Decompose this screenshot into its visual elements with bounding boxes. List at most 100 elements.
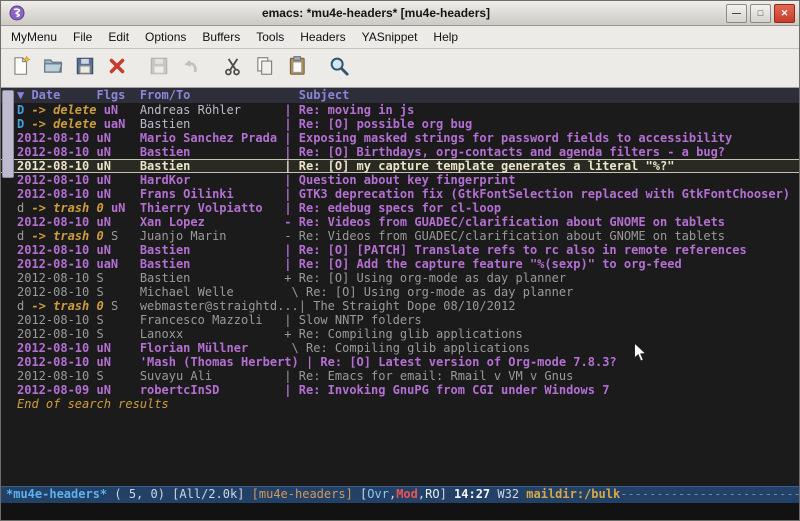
menu-item-edit[interactable]: Edit [100, 27, 137, 47]
text-segment: -> trash 0 [31, 299, 110, 313]
text-segment: 2012-08-10 uN Xan Lopez - Re: Videos fro… [17, 215, 725, 229]
text-segment: 14:27 [454, 487, 497, 501]
message-row[interactable]: 2012-08-10 S Francesco Mazzoli | Slow NN… [1, 313, 799, 327]
text-segment: 2012-08-10 uaN Bastien | Re: [O] Add the… [17, 257, 682, 271]
undo-icon [180, 55, 202, 82]
message-row[interactable]: 2012-08-10 uN Florian Müllner \ Re: Comp… [1, 341, 799, 355]
new-file-button[interactable] [6, 53, 36, 83]
menu-bar: MyMenuFileEditOptionsBuffersToolsHeaders… [1, 26, 799, 49]
paste-button[interactable] [282, 53, 312, 83]
emacs-app-icon [9, 5, 25, 21]
message-row[interactable]: 2012-08-10 S Bastien + Re: [O] Using org… [1, 271, 799, 285]
headers-column-header[interactable]: ▼ Date Flgs From/To Subject [1, 88, 799, 103]
message-row[interactable]: D -> delete uaN Bastien | Re: [O] possib… [1, 117, 799, 131]
menu-item-buffers[interactable]: Buffers [194, 27, 248, 47]
text-segment: 2012-08-10 S Bastien + Re: [O] Using org… [17, 271, 566, 285]
emacs-window: emacs: *mu4e-headers* [mu4e-headers] —□✕… [0, 0, 800, 521]
menu-item-file[interactable]: File [65, 27, 100, 47]
text-segment: 2012-08-10 uN Frans Oilinki | GTK3 depre… [17, 187, 790, 201]
copy-icon [254, 55, 276, 82]
cut-button[interactable] [218, 53, 248, 83]
menu-item-tools[interactable]: Tools [248, 27, 292, 47]
text-segment: 2012-08-10 uN Bastien | Re: [O] my captu… [17, 159, 674, 173]
text-segment: 2012-08-10 S Michael Welle \ Re: [O] Usi… [17, 285, 573, 299]
text-segment: d [17, 299, 31, 313]
save-as-button[interactable] [144, 53, 174, 83]
text-segment: 2012-08-10 uN Bastien | Re: [O] [PATCH] … [17, 243, 747, 257]
undo-button[interactable] [176, 53, 206, 83]
message-row[interactable]: D -> delete uN Andreas Röhler | Re: movi… [1, 103, 799, 117]
search-button[interactable] [324, 53, 354, 83]
menu-item-options[interactable]: Options [137, 27, 194, 47]
message-row[interactable]: 2012-08-09 uN robertcInSD | Re: Invoking… [1, 383, 799, 397]
text-segment: 2012-08-10 uN Florian Müllner [17, 341, 292, 355]
buffer-area[interactable]: ▼ Date Flgs From/To Subject D -> delete … [1, 88, 799, 486]
text-segment: D [17, 103, 31, 117]
message-row[interactable]: d -> trash 0 uN Thierry Volpiatto | Re: … [1, 201, 799, 215]
close-buffer-icon [106, 55, 128, 82]
menu-item-yasnippet[interactable]: YASnippet [354, 27, 426, 47]
search-icon [328, 55, 350, 82]
save-as-icon [148, 55, 170, 82]
maximize-button[interactable]: □ [750, 4, 771, 23]
text-segment: RO [425, 487, 439, 501]
text-segment: S webmaster@straightd...| The Straight D… [111, 299, 516, 313]
text-segment: \ Re: Compiling glib applications [292, 341, 530, 355]
menu-item-help[interactable]: Help [425, 27, 466, 47]
text-segment: Mod [396, 487, 418, 501]
message-row[interactable]: 2012-08-10 S Michael Welle \ Re: [O] Usi… [1, 285, 799, 299]
new-file-icon [10, 55, 32, 82]
message-row[interactable]: 2012-08-10 uN 'Mash (Thomas Herbert) | R… [1, 355, 799, 369]
paste-icon [286, 55, 308, 82]
menu-item-headers[interactable]: Headers [292, 27, 353, 47]
message-row[interactable]: 2012-08-10 uN Mario Sanchez Prada | Expo… [1, 131, 799, 145]
text-segment: 2012-08-10 uN Mario Sanchez Prada | Expo… [17, 131, 732, 145]
text-segment: Bastien [140, 117, 285, 131]
message-row[interactable]: 2012-08-10 uN Xan Lopez - Re: Videos fro… [1, 215, 799, 229]
text-segment: uN [104, 103, 140, 117]
text-segment: -> trash 0 [31, 201, 110, 215]
save-button[interactable] [70, 53, 100, 83]
text-segment: d [17, 229, 31, 243]
close-buffer-button[interactable] [102, 53, 132, 83]
message-row[interactable]: d -> trash 0 S Juanjo Marin - Re: Videos… [1, 229, 799, 243]
open-file-icon [42, 55, 64, 82]
message-row[interactable]: 2012-08-10 uN Frans Oilinki | GTK3 depre… [1, 187, 799, 201]
cut-icon [222, 55, 244, 82]
message-row-current[interactable]: 2012-08-10 uN Bastien | Re: [O] my captu… [1, 159, 799, 173]
text-segment: End of search results [17, 397, 169, 411]
copy-button[interactable] [250, 53, 280, 83]
text-segment: ----------------------------------------… [620, 487, 799, 501]
message-row[interactable]: 2012-08-10 uN HardKor | Question about k… [1, 173, 799, 187]
text-segment: uN Thierry Volpiatto | Re: edebug specs … [111, 201, 501, 215]
mode-line[interactable]: *mu4e-headers* ( 5, 0) [All/2.0k] [mu4e-… [1, 486, 799, 503]
message-row[interactable]: 2012-08-10 uN Bastien | Re: [O] Birthday… [1, 145, 799, 159]
message-row[interactable]: 2012-08-10 S Lanoxx + Re: Compiling glib… [1, 327, 799, 341]
text-segment: | Re: [O] possible org bug [284, 117, 472, 131]
text-segment: 2012-08-10 uN Bastien | Re: [O] Birthday… [17, 145, 725, 159]
text-segment: uaN [104, 117, 140, 131]
close-button[interactable]: ✕ [774, 4, 795, 23]
scrollbar-thumb[interactable] [2, 90, 14, 178]
text-segment: 2012-08-09 uN robertcInSD | Re: Invoking… [17, 383, 609, 397]
text-segment: | Re: moving in js [284, 103, 414, 117]
text-segment: -> delete [31, 103, 103, 117]
text-segment: D [17, 117, 31, 131]
text-segment: -> trash 0 [31, 229, 110, 243]
menu-item-mymenu[interactable]: MyMenu [3, 27, 65, 47]
message-row[interactable]: 2012-08-10 uN Bastien | Re: [O] [PATCH] … [1, 243, 799, 257]
text-segment: ] [440, 487, 454, 501]
message-row[interactable]: 2012-08-10 uaN Bastien | Re: [O] Add the… [1, 257, 799, 271]
message-list: D -> delete uN Andreas Röhler | Re: movi… [1, 103, 799, 411]
window-controls: —□✕ [723, 4, 795, 23]
minimize-button[interactable]: — [726, 4, 747, 23]
open-file-button[interactable] [38, 53, 68, 83]
echo-area[interactable] [1, 503, 799, 520]
text-segment: 2012-08-10 uN HardKor | Question about k… [17, 173, 516, 187]
save-icon [74, 55, 96, 82]
message-row[interactable]: d -> trash 0 S webmaster@straightd...| T… [1, 299, 799, 313]
toolbar [1, 49, 799, 88]
message-row[interactable]: 2012-08-10 S Suvayu Ali | Re: Emacs for … [1, 369, 799, 383]
text-segment: S Juanjo Marin - Re: Videos from GUADEC/… [111, 229, 725, 243]
title-bar[interactable]: emacs: *mu4e-headers* [mu4e-headers] —□✕ [1, 1, 799, 26]
